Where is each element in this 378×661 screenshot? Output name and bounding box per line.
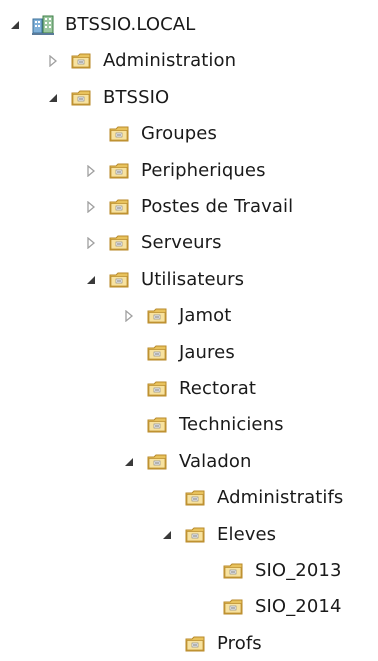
tree-item-techniciens[interactable]: Techniciens [122,408,284,442]
folder-icon [108,160,130,182]
tree-item-eleves[interactable]: Eleves [160,518,276,552]
toggle-spacer [122,382,136,396]
toggle-spacer [198,564,212,578]
tree-item-label: Valadon [179,450,252,472]
folder-icon [146,305,168,327]
folder-icon [108,196,130,218]
folder-icon [108,123,130,145]
expanded-arrow-icon[interactable] [8,18,22,32]
tree-item-groupes[interactable]: Groupes [84,117,217,151]
tree-item-label: Serveurs [141,232,222,254]
tree-item-label: Rectorat [179,378,257,399]
tree-item-label: Administratifs [217,487,344,509]
folder-icon [108,232,130,254]
tree-item-sio-2014[interactable]: SIO_2014 [198,590,342,624]
collapsed-arrow-icon[interactable] [84,200,98,214]
folder-icon [70,50,92,72]
collapsed-arrow-icon[interactable] [84,236,98,250]
tree-item-administratifs[interactable]: Administratifs [160,481,343,515]
tree-item-postes-de-travail[interactable]: Postes de Travail [84,190,293,224]
folder-icon [146,414,168,436]
expanded-arrow-icon[interactable] [84,273,98,287]
folder-icon [146,342,168,364]
tree-item-jaures[interactable]: Jaures [122,336,235,370]
toggle-spacer [84,127,98,141]
folder-icon [184,487,206,509]
tree-item-serveurs[interactable]: Serveurs [84,226,222,260]
expanded-arrow-icon[interactable] [46,91,60,105]
folder-icon [146,451,168,473]
toggle-spacer [122,346,136,360]
folder-icon [222,596,244,618]
collapsed-arrow-icon[interactable] [46,54,60,68]
tree-item-btssio-local[interactable]: BTSSIO.LOCAL [8,8,195,42]
tree-item-label: SIO_2013 [255,560,342,581]
collapsed-arrow-icon[interactable] [122,309,136,323]
toggle-spacer [160,491,174,505]
tree-item-label: BTSSIO.LOCAL [65,14,196,35]
tree-item-label: Profs [217,632,262,654]
folder-icon [108,269,130,291]
tree-item-profs[interactable]: Profs [160,627,262,661]
tree-item-btssio[interactable]: BTSSIO [46,81,169,115]
tree-item-jamot[interactable]: Jamot [122,299,231,333]
tree-item-administration[interactable]: Administration [46,44,236,78]
toggle-spacer [122,418,136,432]
folder-icon [70,87,92,109]
ou-tree-view: BTSSIO.LOCAL Administration BTSSIO Groupes P… [0,0,378,654]
tree-item-label: Techniciens [179,414,284,436]
toggle-spacer [160,637,174,651]
tree-item-peripheriques[interactable]: Peripheriques [84,154,266,188]
collapsed-arrow-icon[interactable] [84,164,98,178]
tree-item-label: Postes de Travail [141,196,294,217]
domain-icon [32,14,54,36]
tree-item-label: Groupes [141,123,217,145]
expanded-arrow-icon[interactable] [160,528,174,542]
tree-item-valadon[interactable]: Valadon [122,445,252,479]
tree-item-utilisateurs[interactable]: Utilisateurs [84,263,244,297]
tree-item-label: Jamot [179,305,232,327]
tree-item-label: Administration [103,50,237,72]
tree-item-label: Peripheriques [141,159,266,181]
tree-item-sio-2013[interactable]: SIO_2013 [198,554,342,588]
toggle-spacer [198,600,212,614]
folder-icon [146,378,168,400]
tree-item-rectorat[interactable]: Rectorat [122,372,256,406]
tree-item-label: BTSSIO [103,86,170,108]
tree-item-label: SIO_2014 [255,596,342,618]
folder-icon [184,524,206,546]
tree-item-label: Jaures [179,341,235,363]
tree-item-label: Eleves [217,523,277,545]
folder-icon [222,560,244,582]
tree-item-label: Utilisateurs [141,268,245,290]
folder-icon [184,633,206,655]
expanded-arrow-icon[interactable] [122,455,136,469]
